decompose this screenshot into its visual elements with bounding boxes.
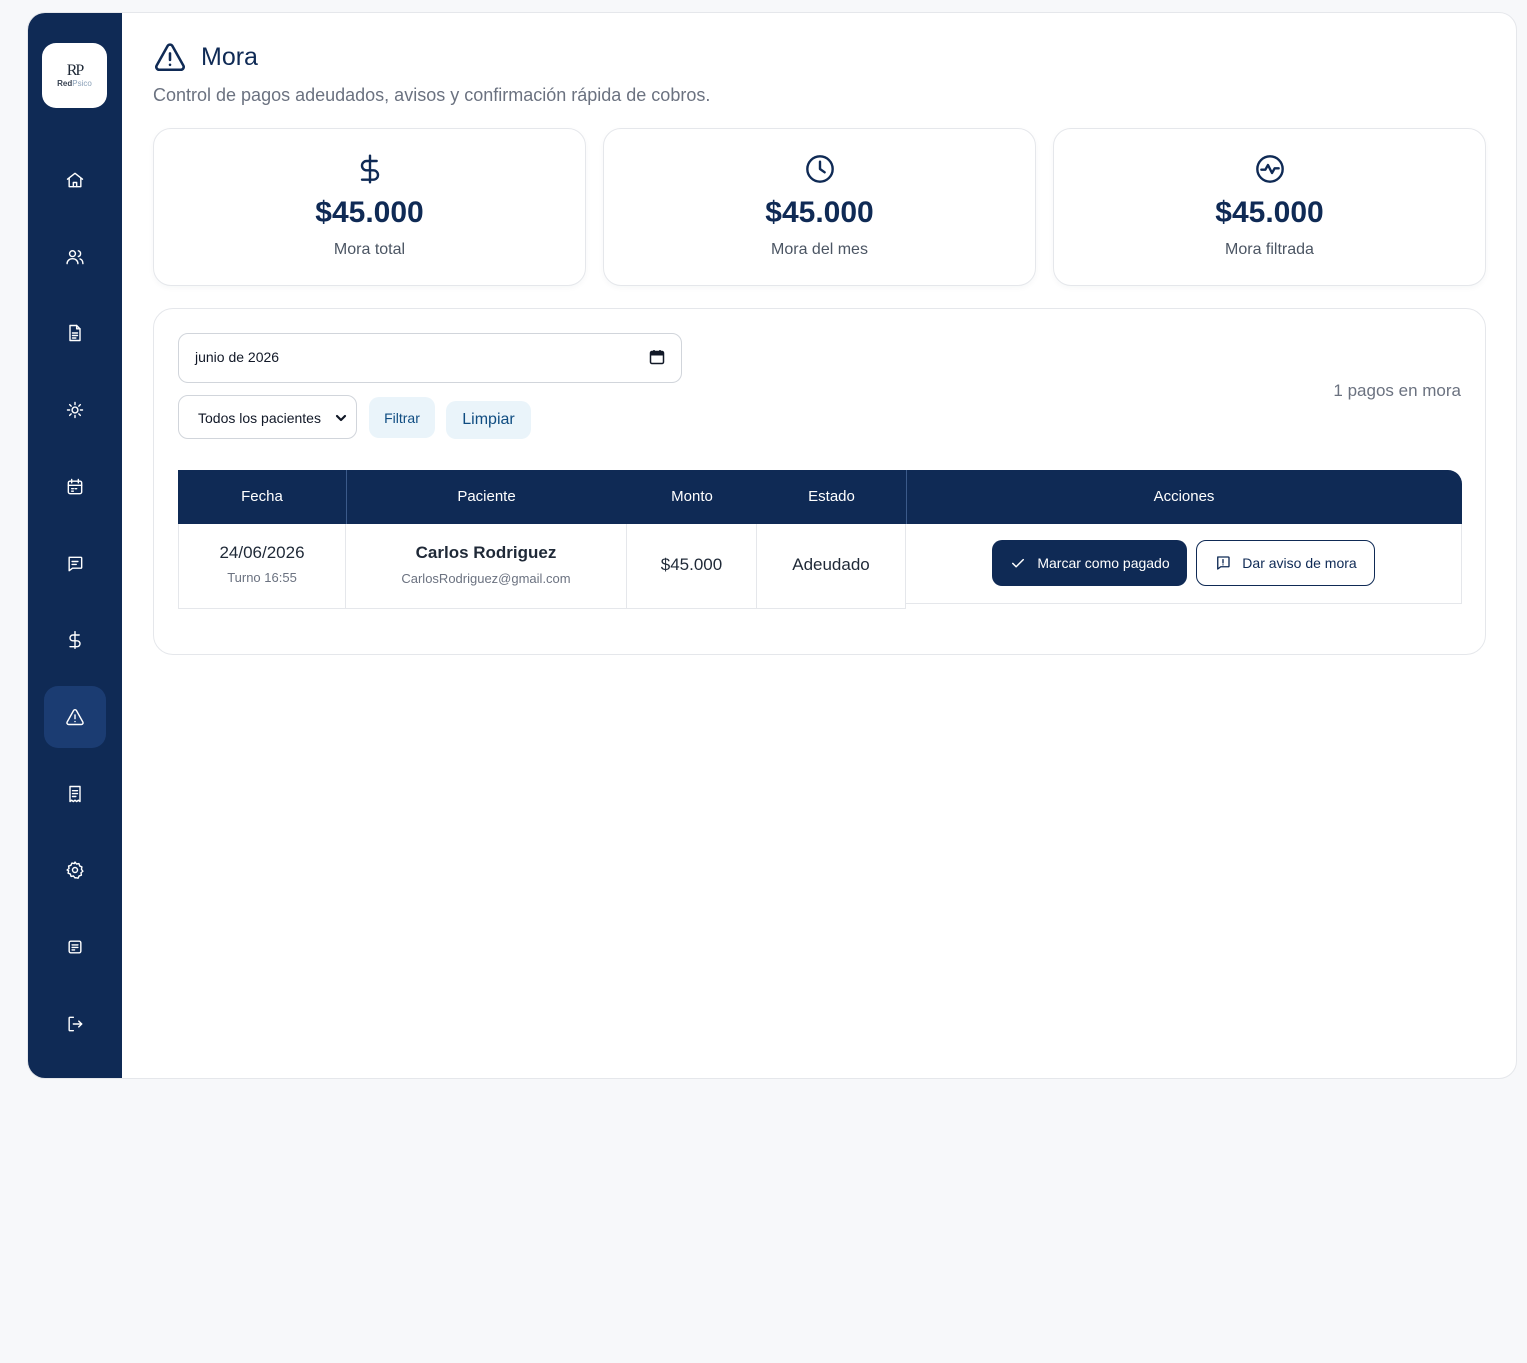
sidebar-item-patients[interactable]	[44, 226, 106, 288]
stat-label: Mora total	[333, 241, 406, 258]
mark-paid-label: Marcar como pagado	[1037, 555, 1170, 571]
send-notice-label: Dar aviso de mora	[1242, 555, 1357, 571]
patient-email: CarlosRodriguez@gmail.com	[401, 571, 571, 586]
patient-name: Carlos Rodriguez	[415, 543, 557, 562]
gear-icon	[66, 861, 84, 879]
send-notice-button[interactable]: Dar aviso de mora	[1196, 540, 1375, 586]
month-input[interactable]: junio de 2026	[178, 333, 682, 383]
stat-value: $45.000	[765, 196, 874, 229]
column-header-estado: Estado	[808, 488, 855, 505]
sidebar-item-calendar[interactable]	[44, 456, 106, 518]
sun-icon	[66, 401, 84, 419]
sidebar-item-home[interactable]	[44, 149, 106, 211]
column-header-acciones: Acciones	[1153, 488, 1215, 505]
receipt-icon	[69, 785, 81, 803]
stat-label: Mora filtrada	[1225, 241, 1314, 258]
sidebar-item-payments[interactable]	[44, 609, 106, 671]
users-icon	[66, 250, 84, 265]
dollar-icon	[354, 153, 386, 185]
dollar-icon	[69, 630, 81, 650]
month-input-value: junio de 2026	[195, 349, 280, 365]
patient-select-value: Todos los pacientes	[198, 410, 321, 426]
stat-label: Mora del mes	[771, 241, 868, 258]
logo-mark: RP	[66, 61, 85, 79]
logo-text: RedPsico	[57, 78, 92, 88]
patient-select[interactable]: Todos los pacientes	[178, 395, 357, 439]
table-row: 24/06/2026 Turno 16:55 Carlos Rodriguez …	[178, 524, 1462, 609]
alert-triangle-icon	[66, 709, 84, 726]
check-icon	[1012, 558, 1025, 568]
alert-triangle-icon	[153, 40, 187, 74]
stat-value: $45.000	[315, 196, 424, 229]
stat-value: $45.000	[1215, 196, 1324, 229]
sidebar-item-logout[interactable]	[44, 993, 106, 1055]
payment-status: Adeudado	[792, 555, 870, 574]
sidebar-item-receipts[interactable]	[44, 763, 106, 825]
clear-button[interactable]: Limpiar	[446, 401, 531, 439]
sidebar-item-messages[interactable]	[44, 533, 106, 595]
notes-icon	[68, 940, 82, 954]
calendar-icon	[67, 478, 83, 495]
mark-paid-button[interactable]: Marcar como pagado	[992, 540, 1187, 586]
mora-count: 1 pagos en mora	[1333, 381, 1461, 400]
stat-card-mora-filtrada: $45.000 Mora filtrada	[1053, 128, 1486, 286]
document-icon	[69, 324, 81, 342]
cell-monto: $45.000	[626, 524, 757, 609]
page-title: Mora	[201, 43, 258, 71]
main-content: Mora Control de pagos adeudados, avisos …	[122, 13, 1516, 1078]
page-subtitle: Control de pagos adeudados, avisos y con…	[153, 85, 711, 105]
sidebar: RP RedPsico	[28, 13, 122, 1078]
stat-card-mora-total: $45.000 Mora total	[153, 128, 586, 286]
table-header: Fecha Paciente Monto Estado Acciones	[178, 470, 1462, 524]
clock-icon	[804, 153, 836, 185]
cell-acciones: Marcar como pagado Dar aviso de mora	[905, 524, 1462, 604]
column-header-fecha: Fecha	[241, 488, 283, 505]
message-icon	[68, 556, 83, 572]
activity-icon	[1254, 153, 1286, 185]
sidebar-item-settings[interactable]	[44, 839, 106, 901]
filter-button[interactable]: Filtrar	[369, 397, 435, 438]
sidebar-item-sessions[interactable]	[44, 379, 106, 441]
cell-estado: Adeudado	[756, 524, 906, 609]
sidebar-item-notes[interactable]	[44, 916, 106, 978]
stat-card-mora-mes: $45.000 Mora del mes	[603, 128, 1036, 286]
appointment-time: Turno 16:55	[227, 570, 297, 585]
home-icon	[66, 172, 84, 188]
cell-paciente: Carlos Rodriguez CarlosRodriguez@gmail.c…	[345, 524, 627, 609]
calendar-icon[interactable]	[649, 349, 665, 365]
sidebar-item-documents[interactable]	[44, 302, 106, 364]
sidebar-item-mora[interactable]	[44, 686, 106, 748]
cell-fecha: 24/06/2026 Turno 16:55	[178, 524, 346, 609]
column-header-paciente: Paciente	[457, 488, 516, 505]
logo[interactable]: RP RedPsico	[42, 43, 107, 108]
payment-date: 24/06/2026	[219, 543, 305, 562]
logout-icon	[68, 1016, 83, 1032]
mora-panel: junio de 2026 Todos los pacientes Filtra…	[153, 308, 1486, 655]
column-header-monto: Monto	[671, 488, 713, 505]
payment-amount: $45.000	[660, 555, 723, 574]
app-window: RP RedPsico Mora Control de pagos adeuda…	[27, 12, 1517, 1079]
message-alert-icon	[1217, 556, 1230, 570]
chevron-down-icon	[334, 411, 348, 425]
